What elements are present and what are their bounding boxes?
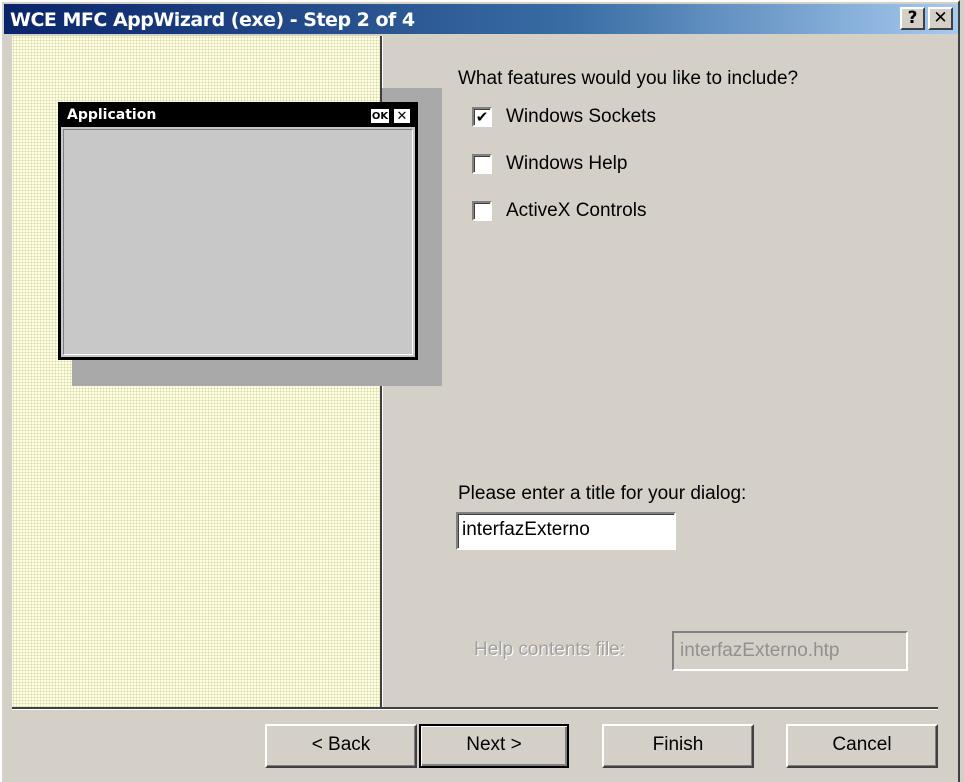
activex-controls-checkbox[interactable] [472,201,492,221]
windows-sockets-label[interactable]: Windows Sockets [506,106,656,128]
help-contents-input: interfazExterno.htp [672,631,908,671]
preview-shadow-bottom [72,360,442,386]
windows-sockets-option[interactable]: ✔ Windows Sockets [472,106,656,128]
help-icon: ? [907,8,918,28]
help-contents-label: Help contents file: [474,639,626,660]
features-question: What features would you like to include? [458,68,799,89]
windows-help-option[interactable]: Windows Help [472,153,627,175]
activex-controls-option[interactable]: ActiveX Controls [472,200,646,222]
cancel-button[interactable]: Cancel [786,724,938,768]
close-button[interactable]: ✕ [928,7,953,30]
back-button[interactable]: < Back [265,724,417,768]
activex-controls-label[interactable]: ActiveX Controls [506,200,646,222]
button-separator [12,707,938,710]
checkmark-icon: ✔ [475,107,489,126]
preview-title: Application [67,107,157,123]
windows-sockets-checkbox[interactable]: ✔ [472,107,492,127]
next-button[interactable]: Next > [419,724,569,768]
preview-ok-icon: OK [370,108,390,124]
close-icon: ✕ [933,8,948,28]
windows-help-checkbox[interactable] [472,154,492,174]
dialog-title-input[interactable]: interfazExterno [456,512,676,550]
finish-button[interactable]: Finish [602,724,754,768]
title-bar[interactable]: WCE MFC AppWizard (exe) - Step 2 of 4 ? … [4,4,958,34]
dialog-title-prompt: Please enter a title for your dialog: [458,483,747,504]
preview-close-icon: ✕ [393,108,411,124]
help-button[interactable]: ? [900,7,925,30]
application-preview: Application OK ✕ [58,102,418,360]
window-title: WCE MFC AppWizard (exe) - Step 2 of 4 [10,9,415,31]
wizard-window: WCE MFC AppWizard (exe) - Step 2 of 4 ? … [0,0,960,782]
preview-title-bar: Application OK ✕ [61,105,415,127]
windows-help-label[interactable]: Windows Help [506,153,627,175]
